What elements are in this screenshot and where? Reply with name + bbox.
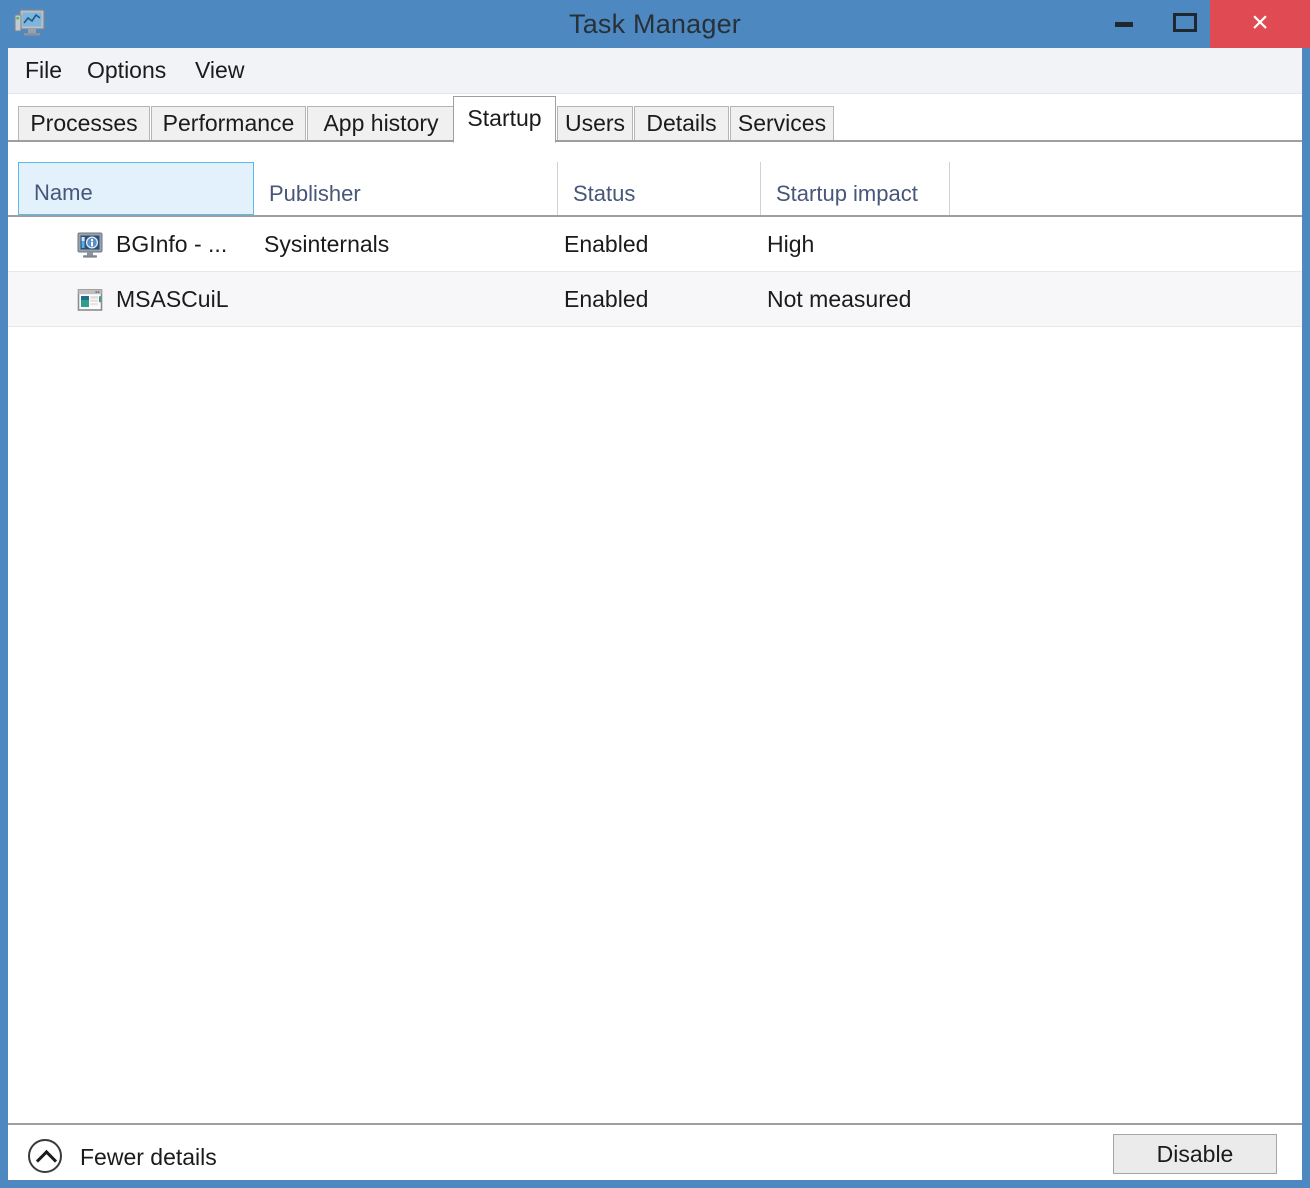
column-header-publisher-label: Publisher	[269, 181, 361, 206]
column-header-spacer	[949, 162, 1302, 215]
cell-status: Enabled	[564, 286, 649, 312]
column-header-startup-impact-label: Startup impact	[776, 181, 918, 206]
tab-users[interactable]: Users	[557, 106, 633, 141]
tab-performance[interactable]: Performance	[151, 106, 306, 141]
fewer-details-label: Fewer details	[80, 1144, 217, 1170]
column-header-publisher[interactable]: Publisher	[254, 162, 557, 215]
title-bar: Task Manager ×	[0, 0, 1310, 48]
menu-item-file[interactable]: File	[25, 48, 62, 93]
disable-button[interactable]: Disable	[1113, 1134, 1277, 1174]
tab-services[interactable]: Services	[730, 106, 834, 141]
tab-startup[interactable]: Startup	[453, 96, 556, 143]
close-button[interactable]: ×	[1210, 0, 1310, 48]
startup-list-header: Name Publisher Status Startup impact	[8, 162, 1302, 233]
menu-item-view[interactable]: View	[195, 48, 244, 93]
chevron-up-icon	[35, 1149, 58, 1172]
tab-strip-underline	[8, 140, 1302, 142]
cell-publisher: Sysinternals	[264, 231, 390, 257]
chevron-up-circle-icon	[28, 1139, 62, 1173]
footer-bar: Fewer details Disable	[8, 1123, 1302, 1180]
msascuil-window-icon	[77, 289, 103, 311]
cell-status: Enabled	[564, 231, 649, 257]
column-header-name-label: Name	[34, 180, 93, 205]
menu-item-options[interactable]: Options	[87, 48, 166, 93]
startup-list-body[interactable]: BGInfo - ... Sysinternals Enabled High M…	[8, 217, 1302, 1123]
task-manager-window: Task Manager × File Options View Process…	[0, 0, 1310, 1188]
close-icon: ×	[1251, 6, 1269, 39]
cell-name: MSASCuiL	[116, 286, 229, 312]
cell-name: BGInfo - ...	[116, 231, 228, 257]
column-header-name[interactable]: Name	[18, 162, 254, 233]
column-header-status[interactable]: Status	[557, 162, 760, 215]
client-area: File Options View Processes Performance …	[8, 48, 1302, 1180]
table-row[interactable]: BGInfo - ... Sysinternals Enabled High	[8, 217, 1302, 272]
minimize-icon	[1115, 22, 1133, 27]
tab-strip: Processes Performance App history Startu…	[8, 94, 1302, 143]
tab-processes[interactable]: Processes	[18, 106, 150, 141]
tab-details[interactable]: Details	[634, 106, 729, 141]
column-header-startup-impact[interactable]: Startup impact	[760, 162, 949, 215]
column-header-status-label: Status	[573, 181, 636, 206]
maximize-button[interactable]	[1163, 0, 1206, 48]
minimize-button[interactable]	[1097, 0, 1163, 48]
bginfo-monitor-icon	[77, 232, 103, 258]
menu-bar: File Options View	[8, 48, 1302, 94]
table-row[interactable]: MSASCuiL Enabled Not measured	[8, 272, 1302, 327]
cell-startup-impact: Not measured	[767, 286, 912, 312]
cell-startup-impact: High	[767, 231, 815, 257]
cell-publisher	[264, 272, 554, 326]
maximize-icon	[1173, 13, 1197, 32]
tab-app-history[interactable]: App history	[307, 106, 455, 141]
